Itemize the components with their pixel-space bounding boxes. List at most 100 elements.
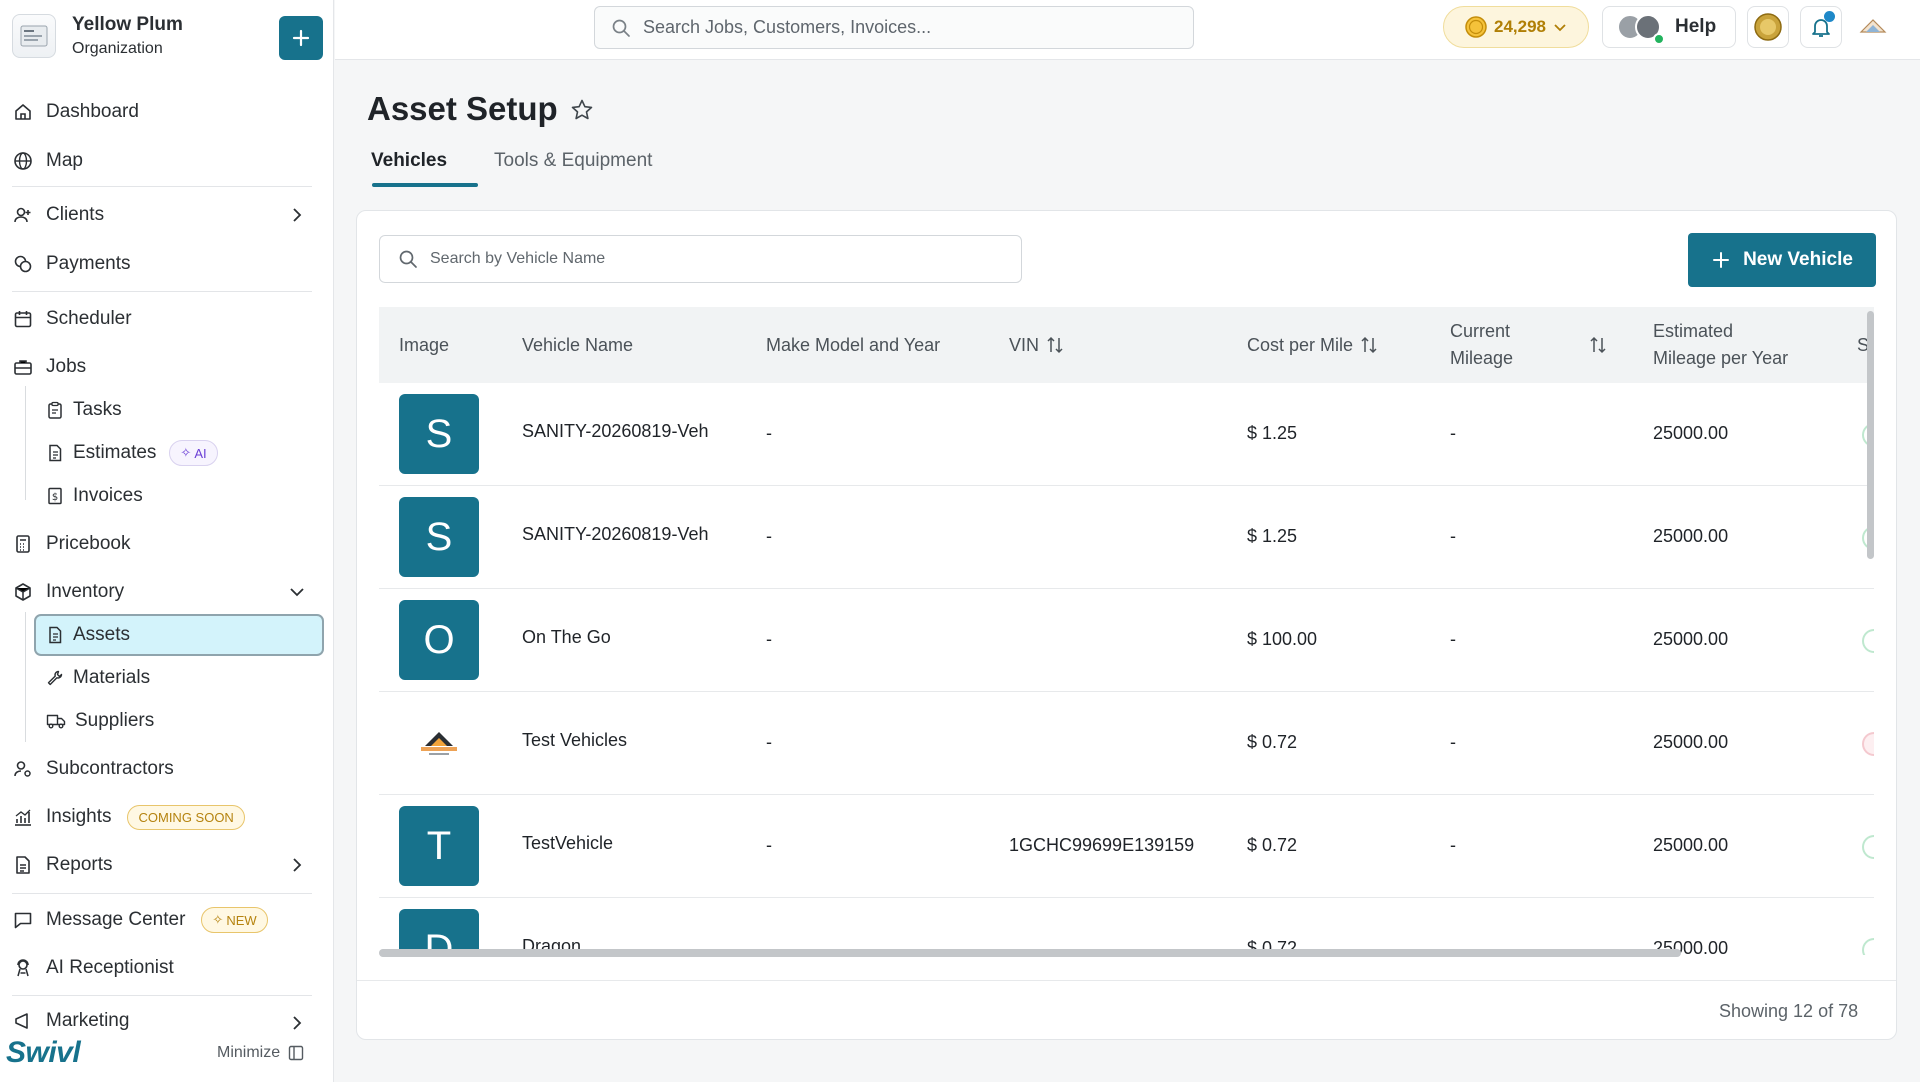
rewards-button[interactable] [1747, 6, 1789, 48]
favorite-star-icon[interactable] [570, 98, 594, 122]
status-badge [1862, 938, 1874, 955]
table-row[interactable]: T TestVehicle - 1GCHC99699E139159 $ 0.72… [379, 795, 1874, 898]
nav-assets[interactable]: Assets [46, 619, 130, 651]
nav-insights[interactable]: Insights COMING SOON [12, 801, 245, 833]
message-icon [12, 909, 34, 931]
global-search-input[interactable]: Search Jobs, Customers, Invoices... [594, 6, 1194, 49]
nav-estimates-label: Estimates [73, 442, 157, 463]
globe-icon [12, 150, 34, 172]
vehicle-make: - [766, 423, 772, 443]
column-make-model-year: Make Model and Year [766, 334, 941, 355]
notification-dot [1824, 11, 1835, 22]
table-row[interactable]: D Dragon $ 0.72 25000.00 [379, 898, 1874, 955]
nav-payments[interactable]: Payments [12, 248, 130, 280]
tree-line [25, 386, 26, 500]
nav-inventory[interactable]: Inventory [12, 576, 124, 608]
calculator-icon [12, 533, 34, 555]
help-label: Help [1675, 16, 1717, 37]
vehicle-est-mileage: 25000.00 [1653, 835, 1729, 855]
vehicle-vin: 1GCHC99699E139159 [1009, 835, 1195, 855]
table-row[interactable]: S SANITY-20260819-Veh - $ 1.25 - 25000.0… [379, 383, 1874, 486]
nav-dashboard[interactable]: Dashboard [12, 96, 139, 128]
nav-estimates[interactable]: Estimates ✧ AI [46, 437, 218, 469]
coins-balance-dropdown[interactable]: 24,298 [1443, 6, 1589, 48]
vehicle-name[interactable]: Test Vehicles [522, 730, 627, 751]
vehicle-mileage: - [1450, 629, 1456, 649]
nav-insights-label: Insights [46, 806, 112, 827]
nav-subcontractors[interactable]: Subcontractors [12, 753, 174, 785]
column-cost-per-mile[interactable]: Cost per Mile [1247, 307, 1379, 383]
nav-tasks-label: Tasks [73, 399, 122, 420]
notifications-button[interactable] [1800, 6, 1842, 48]
brand-logo: Swivl [6, 1036, 81, 1069]
receptionist-icon [12, 957, 34, 979]
nav-invoices[interactable]: $ Invoices [46, 480, 143, 512]
user-menu-avatar[interactable] [1858, 14, 1888, 40]
column-vin-label: VIN [1009, 334, 1040, 355]
sort-icon[interactable] [1359, 335, 1379, 355]
nav-message-center-label: Message Center [46, 909, 186, 930]
nav-map[interactable]: Map [12, 145, 83, 177]
search-icon [612, 19, 630, 37]
chevron-right-icon[interactable] [287, 205, 307, 225]
vehicle-est-mileage: 25000.00 [1653, 629, 1729, 649]
vehicle-name[interactable]: TestVehicle [522, 833, 613, 854]
nav-message-center[interactable]: Message Center ✧ NEW [12, 904, 268, 936]
vehicles-card: Search by Vehicle Name New Vehicle Image… [356, 210, 1897, 1040]
document-icon [46, 444, 64, 462]
nav-scheduler[interactable]: Scheduler [12, 303, 132, 335]
coins-icon [12, 253, 34, 275]
horizontal-scrollbar[interactable] [379, 949, 1681, 957]
sort-icon[interactable] [1588, 335, 1608, 355]
column-current-mileage[interactable]: Current Mileage [1450, 307, 1620, 383]
vehicle-search-input[interactable]: Search by Vehicle Name [379, 235, 1022, 283]
table-row[interactable]: S SANITY-20260819-Veh - $ 1.25 - 25000.0… [379, 486, 1874, 589]
top-header: Search Jobs, Customers, Invoices... 24,2… [335, 0, 1920, 60]
minimize-label: Minimize [217, 1044, 281, 1061]
nav-clients-label: Clients [46, 204, 105, 225]
vehicle-est-mileage: 25000.00 [1653, 732, 1729, 752]
active-tab-indicator [372, 183, 478, 187]
tab-tools-equipment[interactable]: Tools & Equipment [494, 150, 652, 188]
pagination-summary: Showing 12 of 78 [1719, 1001, 1859, 1021]
minimize-sidebar-button[interactable]: Minimize [217, 1044, 304, 1062]
nav-invoices-label: Invoices [73, 485, 143, 506]
chevron-down-icon[interactable] [287, 582, 307, 602]
chevron-right-icon[interactable] [287, 855, 307, 875]
nav-clients[interactable]: Clients [12, 199, 312, 231]
nav-reports[interactable]: Reports [12, 849, 312, 881]
sidebar-toggle-icon [288, 1045, 304, 1061]
vertical-scrollbar[interactable] [1867, 311, 1874, 559]
new-badge-label: NEW [226, 912, 257, 928]
sparkle-icon: ✧ [212, 912, 224, 927]
vehicle-name[interactable]: SANITY-20260819-Veh [522, 524, 708, 545]
help-button[interactable]: Help [1602, 6, 1736, 48]
nav-jobs[interactable]: Jobs [12, 351, 86, 383]
chevron-right-icon[interactable] [287, 1013, 307, 1033]
truck-icon [46, 712, 66, 730]
nav-materials[interactable]: Materials [46, 662, 150, 694]
vehicle-thumbnail [399, 703, 479, 783]
quick-add-button[interactable] [279, 16, 323, 60]
new-vehicle-button[interactable]: New Vehicle [1688, 233, 1876, 287]
org-switcher[interactable]: Yellow Plum Organization [12, 14, 183, 58]
nav-divider [12, 291, 312, 292]
column-vin[interactable]: VIN [1009, 307, 1065, 383]
nav-suppliers[interactable]: Suppliers [46, 705, 154, 737]
vehicle-name[interactable]: SANITY-20260819-Veh [522, 421, 708, 442]
table-row[interactable]: Test Vehicles - $ 0.72 - 25000.00 [379, 692, 1874, 795]
nav-tasks[interactable]: Tasks [46, 394, 122, 426]
online-indicator [1653, 33, 1665, 45]
company-logo-image [421, 732, 457, 755]
nav-jobs-label: Jobs [46, 356, 87, 377]
table-row[interactable]: O On The Go - $ 100.00 - 25000.00 [379, 589, 1874, 692]
coins-value: 24,298 [1494, 17, 1546, 36]
nav-pricebook[interactable]: Pricebook [12, 528, 131, 560]
nav-ai-receptionist[interactable]: AI Receptionist [12, 952, 174, 984]
tree-line [25, 612, 26, 742]
vehicle-name[interactable]: On The Go [522, 627, 611, 648]
nav-materials-label: Materials [73, 667, 151, 688]
column-image: Image [399, 334, 450, 355]
vehicle-cost: $ 0.72 [1247, 732, 1298, 752]
sort-icon[interactable] [1045, 335, 1065, 355]
